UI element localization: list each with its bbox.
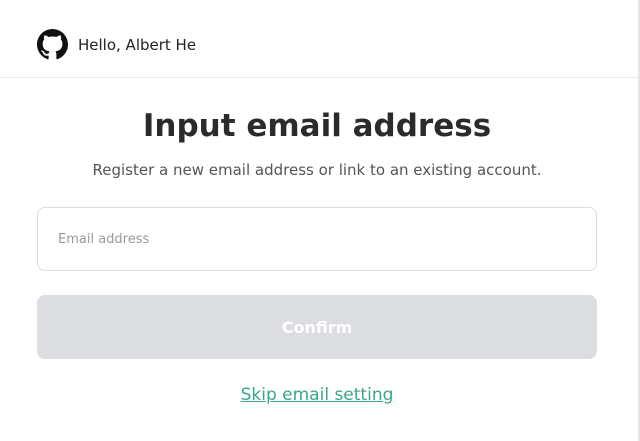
email-setup-page: Hello, Albert He Input email address Reg… (0, 0, 640, 441)
page-subtitle: Register a new email address or link to … (92, 161, 542, 179)
email-input[interactable] (37, 207, 597, 271)
github-icon (37, 29, 68, 60)
confirm-button[interactable]: Confirm (37, 295, 597, 359)
header: Hello, Albert He (0, 0, 638, 78)
greeting-text: Hello, Albert He (78, 36, 197, 54)
page-title: Input email address (142, 108, 492, 144)
skip-email-setting-link[interactable]: Skip email setting (0, 384, 634, 406)
